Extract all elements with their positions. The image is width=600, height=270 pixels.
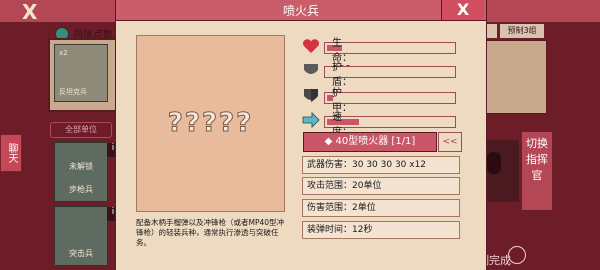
- right-slot-panel: [485, 40, 547, 114]
- unit-name: 突击兵: [69, 249, 93, 258]
- shield-icon: [304, 64, 318, 74]
- chat-button[interactable]: 聊天: [0, 134, 22, 172]
- modal-title: 喷火兵: [282, 4, 319, 18]
- switch-commander-button[interactable]: 切换指挥官: [522, 132, 552, 210]
- unit-lock-label: 未解锁: [69, 162, 93, 171]
- info-reload-time: 装弹时间：12秒: [302, 221, 460, 239]
- unit-image-placeholder: ?????: [136, 35, 285, 212]
- info-weapon-damage: 武器伤害：30 30 30 30 x12: [302, 156, 460, 174]
- preset-3-button[interactable]: 预制3组: [500, 24, 544, 38]
- card-count-badge: x2: [59, 49, 68, 57]
- card-name: 反坦克兵: [59, 88, 87, 96]
- commander-face: [487, 152, 501, 174]
- weapon-switch-button[interactable]: <<: [438, 132, 462, 152]
- heart-icon: [303, 39, 319, 53]
- info-attack-range: 攻击范围：20单位: [302, 177, 460, 195]
- unit-name: 步枪兵: [69, 185, 93, 194]
- unit-detail-modal: 喷火兵 X ????? 配备木柄手榴弹以及冲锋枪（或者MP40型冲锋枪）的轻装兵…: [115, 0, 487, 270]
- modal-header: 喷火兵 X: [116, 0, 486, 21]
- unit-card[interactable]: 突击兵 i: [54, 206, 119, 266]
- unit-card-antitank[interactable]: x2 反坦克兵: [54, 44, 108, 102]
- unit-description: 配备木柄手榴弹以及冲锋枪（或者MP40型冲锋枪）的轻装兵种，通常执行渗透与突破任…: [136, 218, 285, 247]
- weapon-select-button[interactable]: ◆ 40型喷火器 [1/1]: [303, 132, 437, 152]
- modal-close-button[interactable]: X: [441, 0, 484, 20]
- info-damage-range: 伤害范围：2单位: [302, 199, 460, 217]
- commander-portrait: [485, 140, 519, 202]
- speed-arrow-icon: [302, 112, 320, 128]
- unknown-image-text: ?????: [167, 108, 254, 139]
- armor-icon: [304, 89, 318, 102]
- back-close-button[interactable]: X: [22, 2, 37, 22]
- unit-card[interactable]: 未解锁 步枪兵 i: [54, 142, 119, 202]
- filter-all-units[interactable]: 全部单位: [50, 122, 112, 138]
